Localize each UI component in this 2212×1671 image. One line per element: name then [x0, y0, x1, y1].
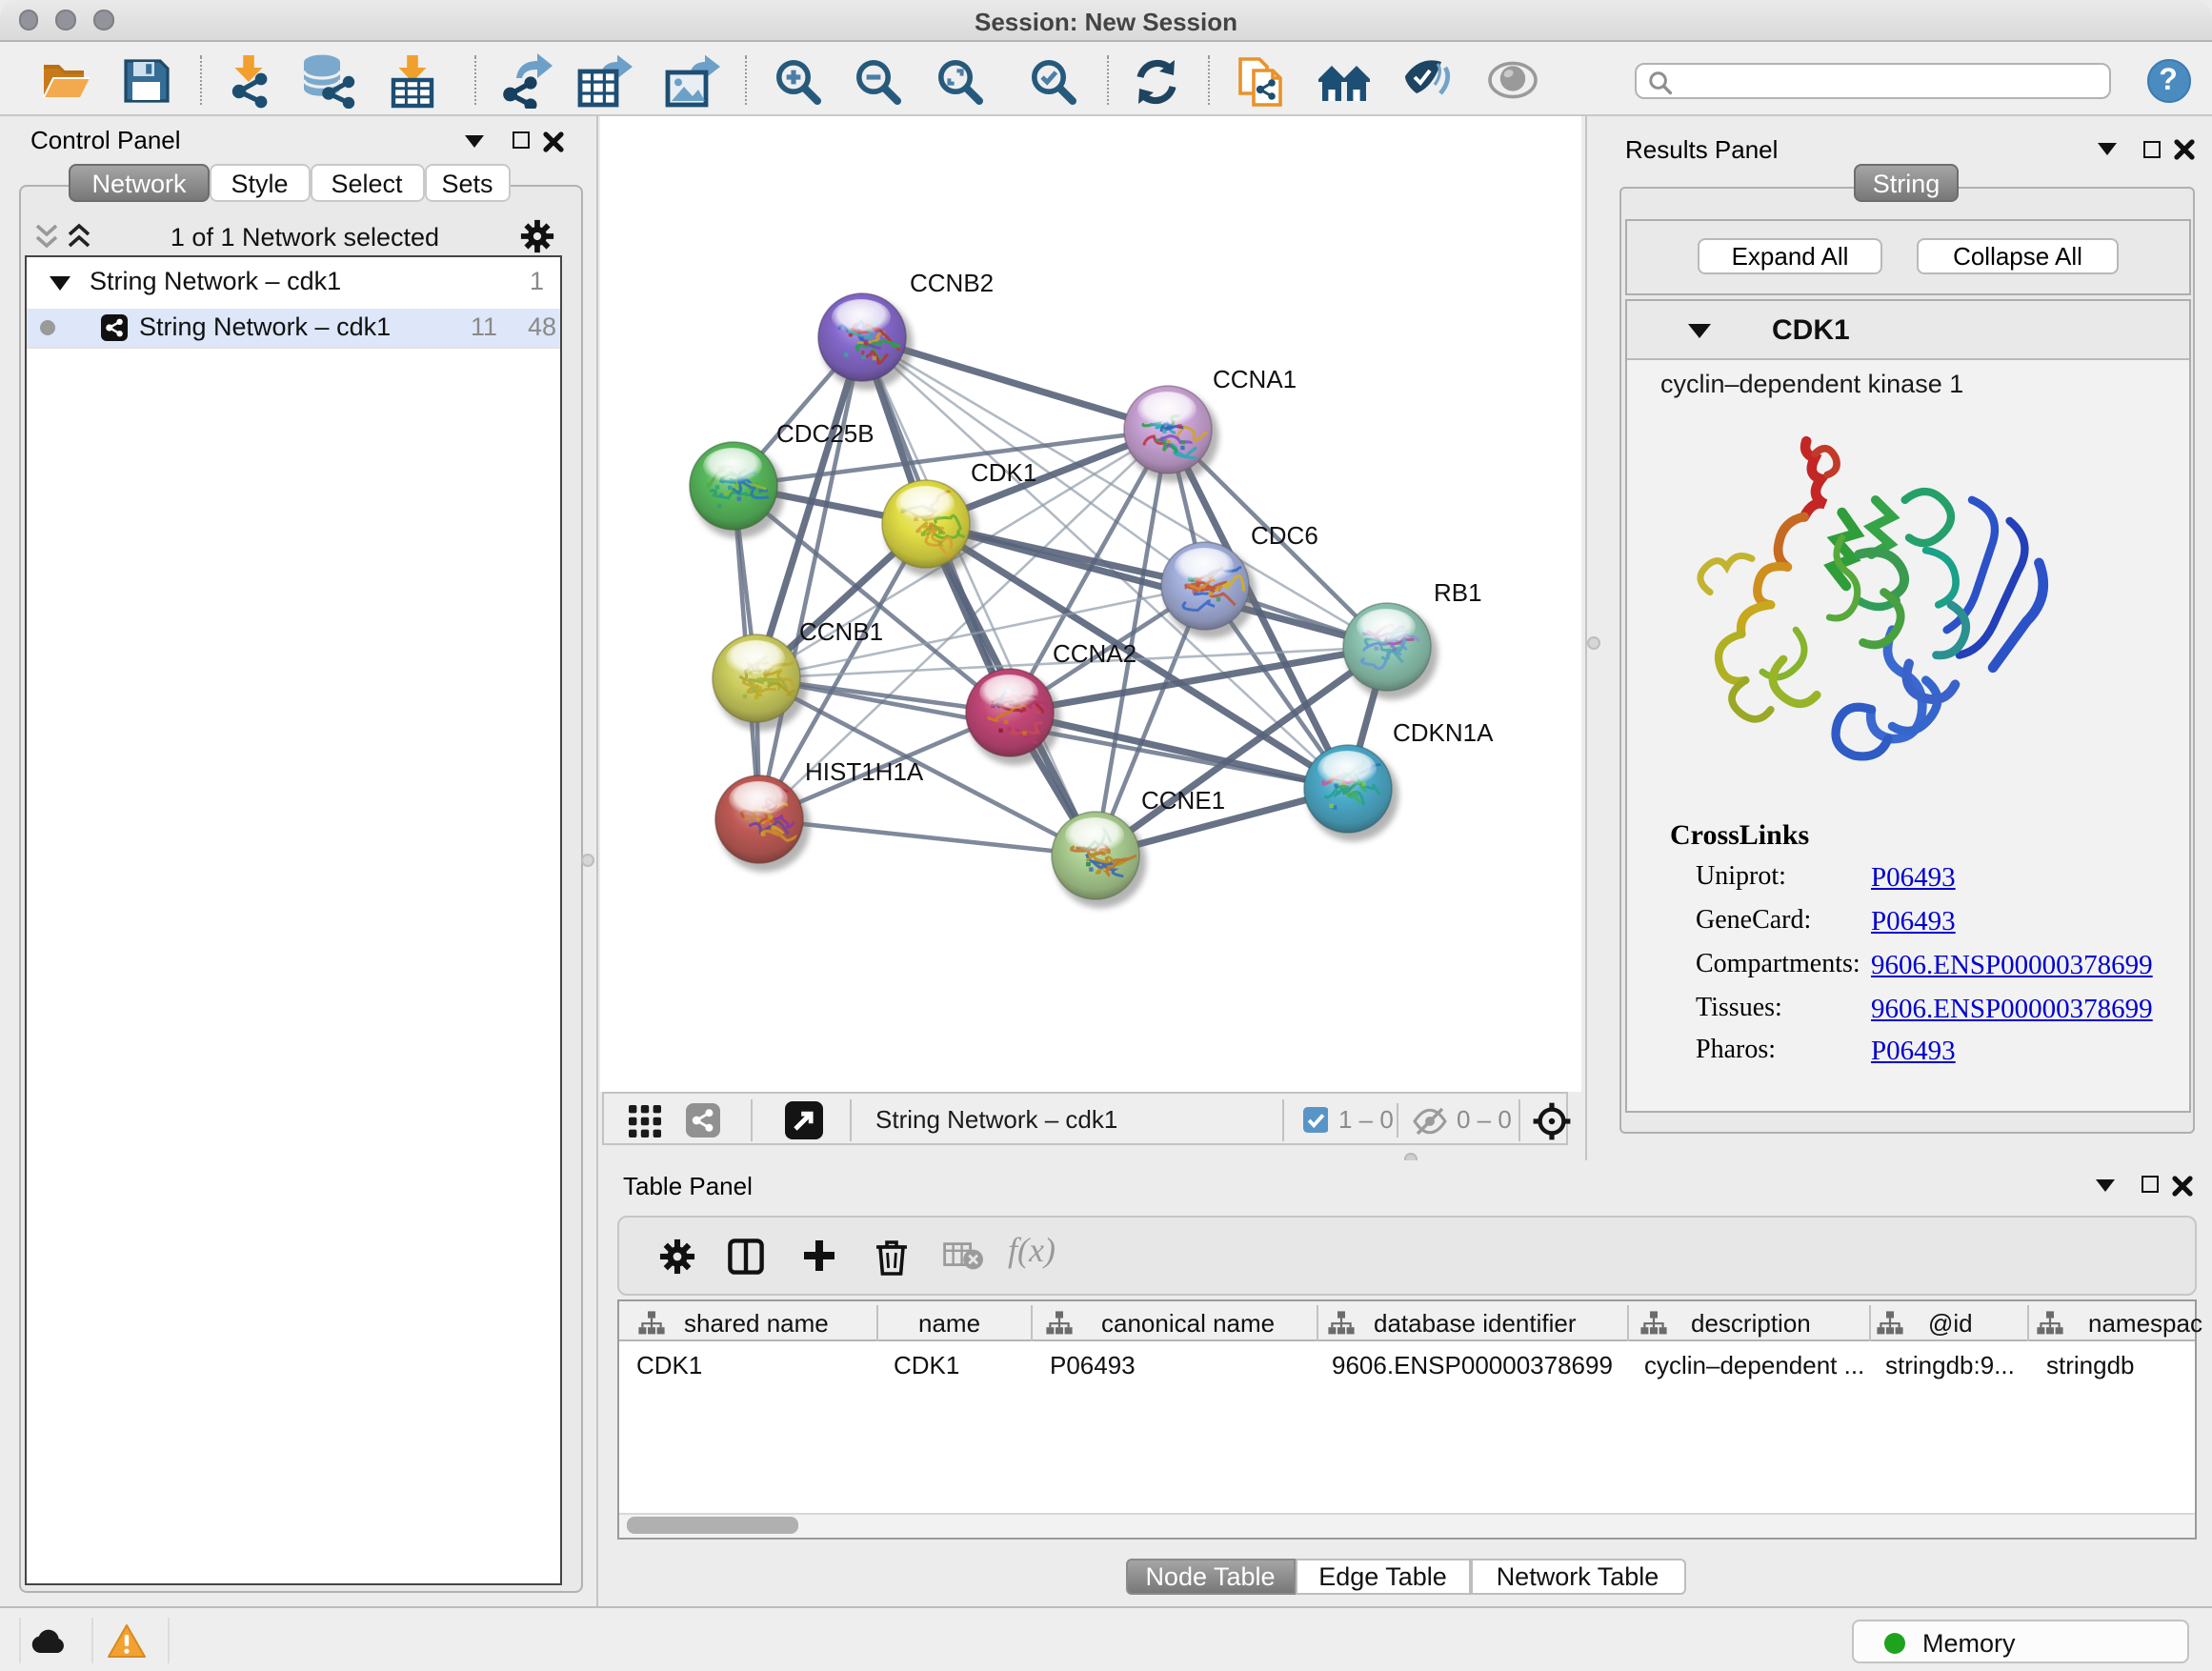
svg-text:CDC25B: CDC25B — [775, 419, 874, 448]
svg-text:HIST1H1A: HIST1H1A — [804, 757, 923, 786]
svg-text:CDC6: CDC6 — [1250, 521, 1317, 550]
svg-text:CCNE1: CCNE1 — [1140, 786, 1224, 815]
svg-text:CCNB2: CCNB2 — [909, 269, 993, 297]
svg-text:RB1: RB1 — [1433, 578, 1481, 607]
svg-text:CCNA1: CCNA1 — [1212, 365, 1296, 393]
svg-text:CCNB1: CCNB1 — [798, 617, 882, 646]
svg-text:CDK1: CDK1 — [970, 458, 1036, 487]
svg-text:CDKN1A: CDKN1A — [1392, 718, 1493, 747]
svg-text:CCNA2: CCNA2 — [1052, 639, 1136, 668]
